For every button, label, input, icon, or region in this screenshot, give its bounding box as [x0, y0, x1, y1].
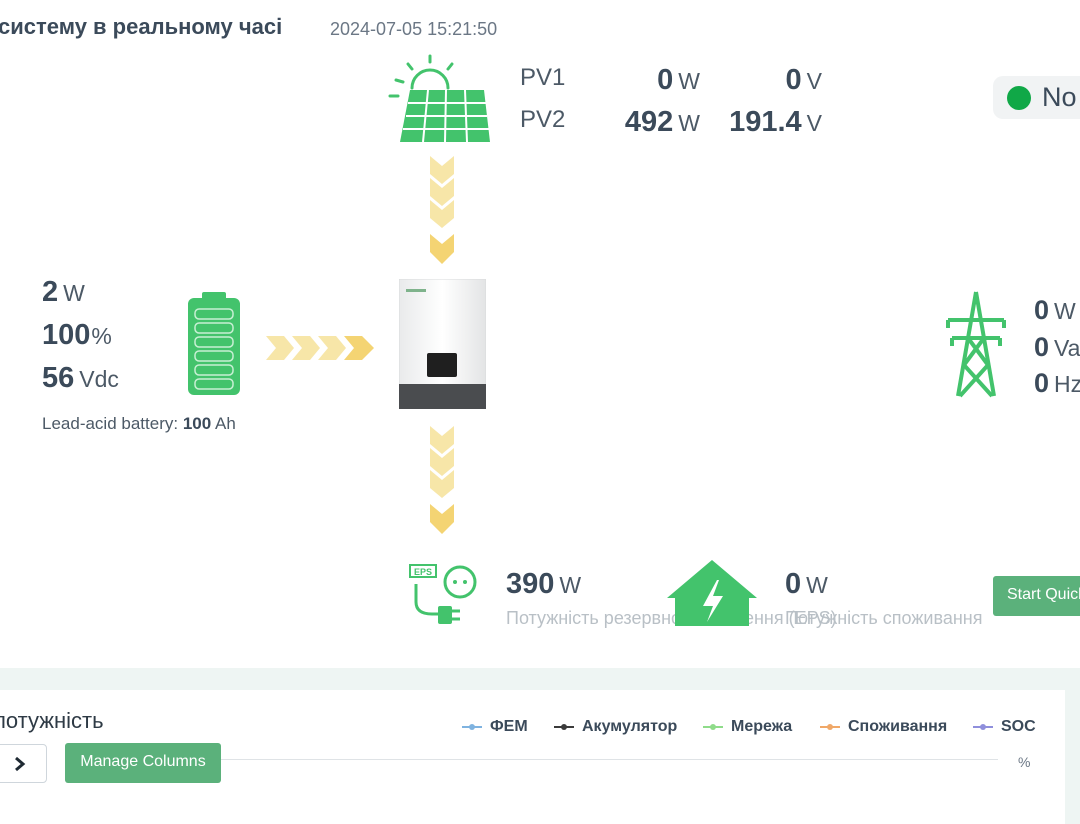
svg-text:EPS: EPS	[414, 567, 432, 577]
legend-item-consumption[interactable]: Споживання	[820, 718, 947, 736]
legend-item-pv[interactable]: ФЕМ	[462, 718, 528, 736]
legend-item-battery[interactable]: Акумулятор	[554, 718, 677, 736]
battery-capacity: Lead-acid battery: 100 Ah	[42, 414, 236, 433]
flow-arrow-down-icon	[430, 156, 454, 264]
pv1-voltage: 0	[785, 64, 802, 96]
battery-power: 2W	[42, 276, 85, 308]
battery-voltage: 56 Vdc	[42, 362, 119, 394]
status-text: No	[1042, 82, 1077, 112]
consumption-label: Потужність споживання	[785, 608, 983, 628]
legend-item-grid[interactable]: Мережа	[703, 718, 792, 736]
grid-power: 0W	[1034, 295, 1076, 325]
consumption-power: 0W	[785, 568, 828, 600]
chart-axis-line	[221, 759, 998, 760]
chevron-right-icon	[15, 756, 26, 772]
grid-voltage: 0 Va	[1034, 332, 1080, 362]
flow-arrow-right-icon	[266, 336, 374, 360]
power-tower-icon	[946, 291, 1006, 398]
pv2-voltage: 191.4	[729, 106, 802, 138]
y-axis-unit: %	[1018, 754, 1031, 770]
start-quick-button[interactable]: Start Quick	[993, 576, 1080, 616]
inverter-icon	[399, 279, 486, 409]
battery-soc: 100%	[42, 319, 112, 351]
eps-power: 390 W	[506, 568, 582, 600]
manage-columns-button[interactable]: Manage Columns	[65, 743, 221, 783]
battery-icon	[188, 292, 240, 395]
status-badge: No	[993, 76, 1080, 119]
next-button[interactable]	[0, 744, 47, 783]
legend-item-soc[interactable]: SOC	[973, 718, 1036, 736]
status-dot-icon	[1007, 86, 1031, 110]
page-title: систему в реальному часі	[0, 14, 283, 39]
eps-plug-icon: EPS	[409, 564, 477, 624]
solar-panel-icon	[388, 54, 490, 143]
grid-frequency: 0 Hz	[1034, 368, 1080, 398]
chart-title: потужність	[0, 708, 104, 733]
flow-arrow-down-icon	[430, 426, 454, 534]
timestamp: 2024-07-05 15:21:50	[330, 19, 498, 39]
home-icon	[667, 560, 757, 626]
